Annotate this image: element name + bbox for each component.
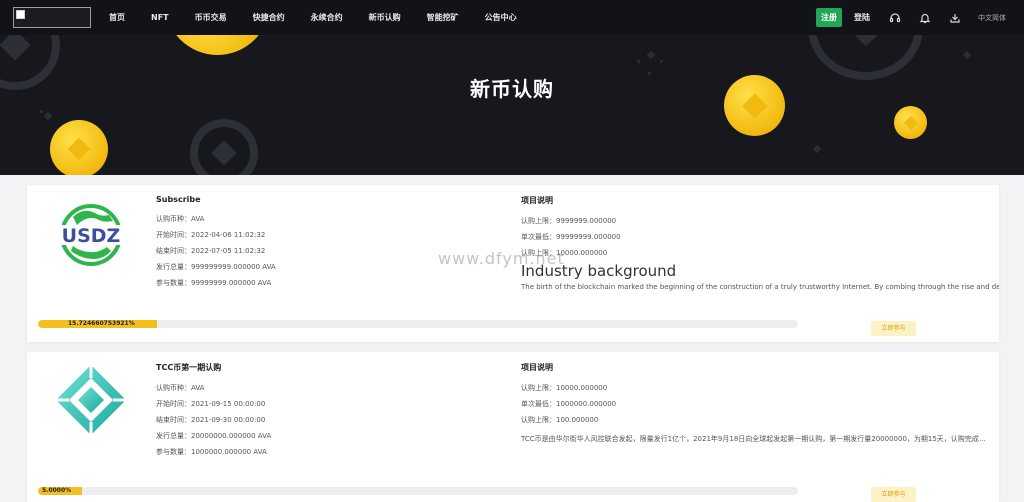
subscription-progress-bar: 5.0000% [38, 487, 798, 495]
participation-row: 参与数量：99999999.000000 AVA [156, 279, 272, 287]
diamond-decoration [962, 50, 972, 60]
start-time-row: 开始时间：2022-04-06 11:02:32 [156, 231, 266, 239]
broken-image-icon [16, 10, 25, 19]
gold-coin-decoration [50, 120, 108, 175]
subscription-progress-bar: 15.724660753921% [38, 320, 798, 328]
max-row: 认购上限：100.000000 [521, 416, 599, 424]
total-supply-row: 发行总量：20000000.000000 AVA [156, 432, 272, 440]
nav-item-quick-contract[interactable]: 快捷合约 [253, 12, 285, 23]
nav-item-home[interactable]: 首页 [109, 12, 125, 23]
bell-icon[interactable] [918, 11, 932, 25]
project-description: 项目说明 认购上限：10000.000000 单次最低：1000000.0000… [521, 362, 999, 446]
dark-coin-decoration [190, 119, 258, 175]
max-row: 认购上限：10000.000000 [521, 249, 608, 257]
industry-background-title: Industry background [521, 262, 677, 280]
start-time-row: 开始时间：2021-09-15 00:00:00 [156, 400, 266, 408]
project-title: TCC币第一期认购 [156, 363, 222, 372]
headset-icon[interactable] [888, 11, 902, 25]
gold-coin-decoration [894, 106, 927, 139]
currency-row: 认购币种：AVA [156, 384, 205, 392]
min-row: 单次最低：99999999.000000 [521, 233, 621, 241]
project-title: Subscribe [156, 195, 201, 204]
dot-decoration [40, 110, 43, 113]
project-description-title: 项目说明 [521, 196, 553, 205]
join-now-button[interactable]: 立即参与 [871, 487, 916, 502]
end-time-row: 结束时间：2022-07-05 11:02:32 [156, 247, 266, 255]
nav-right: 注册 登陆 中文简体 [816, 0, 1024, 35]
top-navbar: 首页 NFT 币币交易 快捷合约 永续合约 新币认购 智能挖矿 公告中心 注册 … [0, 0, 1024, 35]
diamond-decoration [812, 144, 822, 154]
nav-item-nft[interactable]: NFT [151, 13, 169, 22]
register-button[interactable]: 注册 [816, 8, 842, 27]
download-icon[interactable] [948, 11, 962, 25]
project-description: 项目说明 认购上限：9999999.000000 单次最低：99999999.0… [521, 195, 999, 294]
progress-percent: 5.0000% [42, 487, 72, 494]
subscription-info: Subscribe 认购币种：AVA 开始时间：2022-04-06 11:02… [156, 195, 276, 291]
limit-row: 认购上限：10000.000000 [521, 384, 608, 392]
project-description-title: 项目说明 [521, 363, 553, 372]
usdz-logo-text: USDZ [62, 225, 121, 247]
gold-coin-decoration [165, 35, 270, 55]
nav-item-new-coin-subscription[interactable]: 新币认购 [369, 12, 401, 23]
nav-item-spot-trading[interactable]: 币币交易 [195, 12, 227, 23]
nav-item-announcements[interactable]: 公告中心 [485, 12, 517, 23]
dot-decoration [637, 60, 640, 63]
tcc-logo [56, 365, 126, 435]
project-description-text: The birth of the blockchain marked the b… [521, 283, 999, 291]
login-button[interactable]: 登陆 [854, 12, 870, 23]
min-row: 单次最低：1000000.000000 [521, 400, 617, 408]
project-description-text: TCC币是由华尔街华人风控联合发起，限量发行1亿个，2021年9月18日向全球起… [521, 435, 991, 443]
nav-links: 首页 NFT 币币交易 快捷合约 永续合约 新币认购 智能挖矿 公告中心 [109, 0, 543, 35]
site-logo[interactable] [13, 7, 91, 28]
nav-item-smart-mining[interactable]: 智能挖矿 [427, 12, 459, 23]
language-selector[interactable]: 中文简体 [978, 13, 1006, 23]
hero-banner: 新币认购 [0, 35, 1024, 175]
dot-decoration [660, 60, 663, 63]
currency-row: 认购币种：AVA [156, 215, 205, 223]
participation-row: 参与数量：1000000.000000 AVA [156, 448, 267, 456]
limit-row: 认购上限：9999999.000000 [521, 217, 617, 225]
subscription-info: TCC币第一期认购 认购币种：AVA 开始时间：2021-09-15 00:00… [156, 362, 271, 460]
usdz-logo: USDZ [55, 204, 127, 266]
join-now-button[interactable]: 立即参与 [871, 321, 916, 336]
nav-item-perpetual-contract[interactable]: 永续合约 [311, 12, 343, 23]
watermark-text: www.dfym.net [438, 249, 565, 268]
page-title: 新币认购 [470, 77, 554, 101]
total-supply-row: 发行总量：999999999.000000 AVA [156, 263, 276, 271]
diamond-decoration [43, 111, 53, 121]
end-time-row: 结束时间：2021-09-30 00:00:00 [156, 416, 266, 424]
project-card-tcc: TCC币第一期认购 认购币种：AVA 开始时间：2021-09-15 00:00… [27, 352, 999, 502]
progress-percent: 15.724660753921% [68, 320, 135, 327]
diamond-decoration [646, 50, 656, 60]
